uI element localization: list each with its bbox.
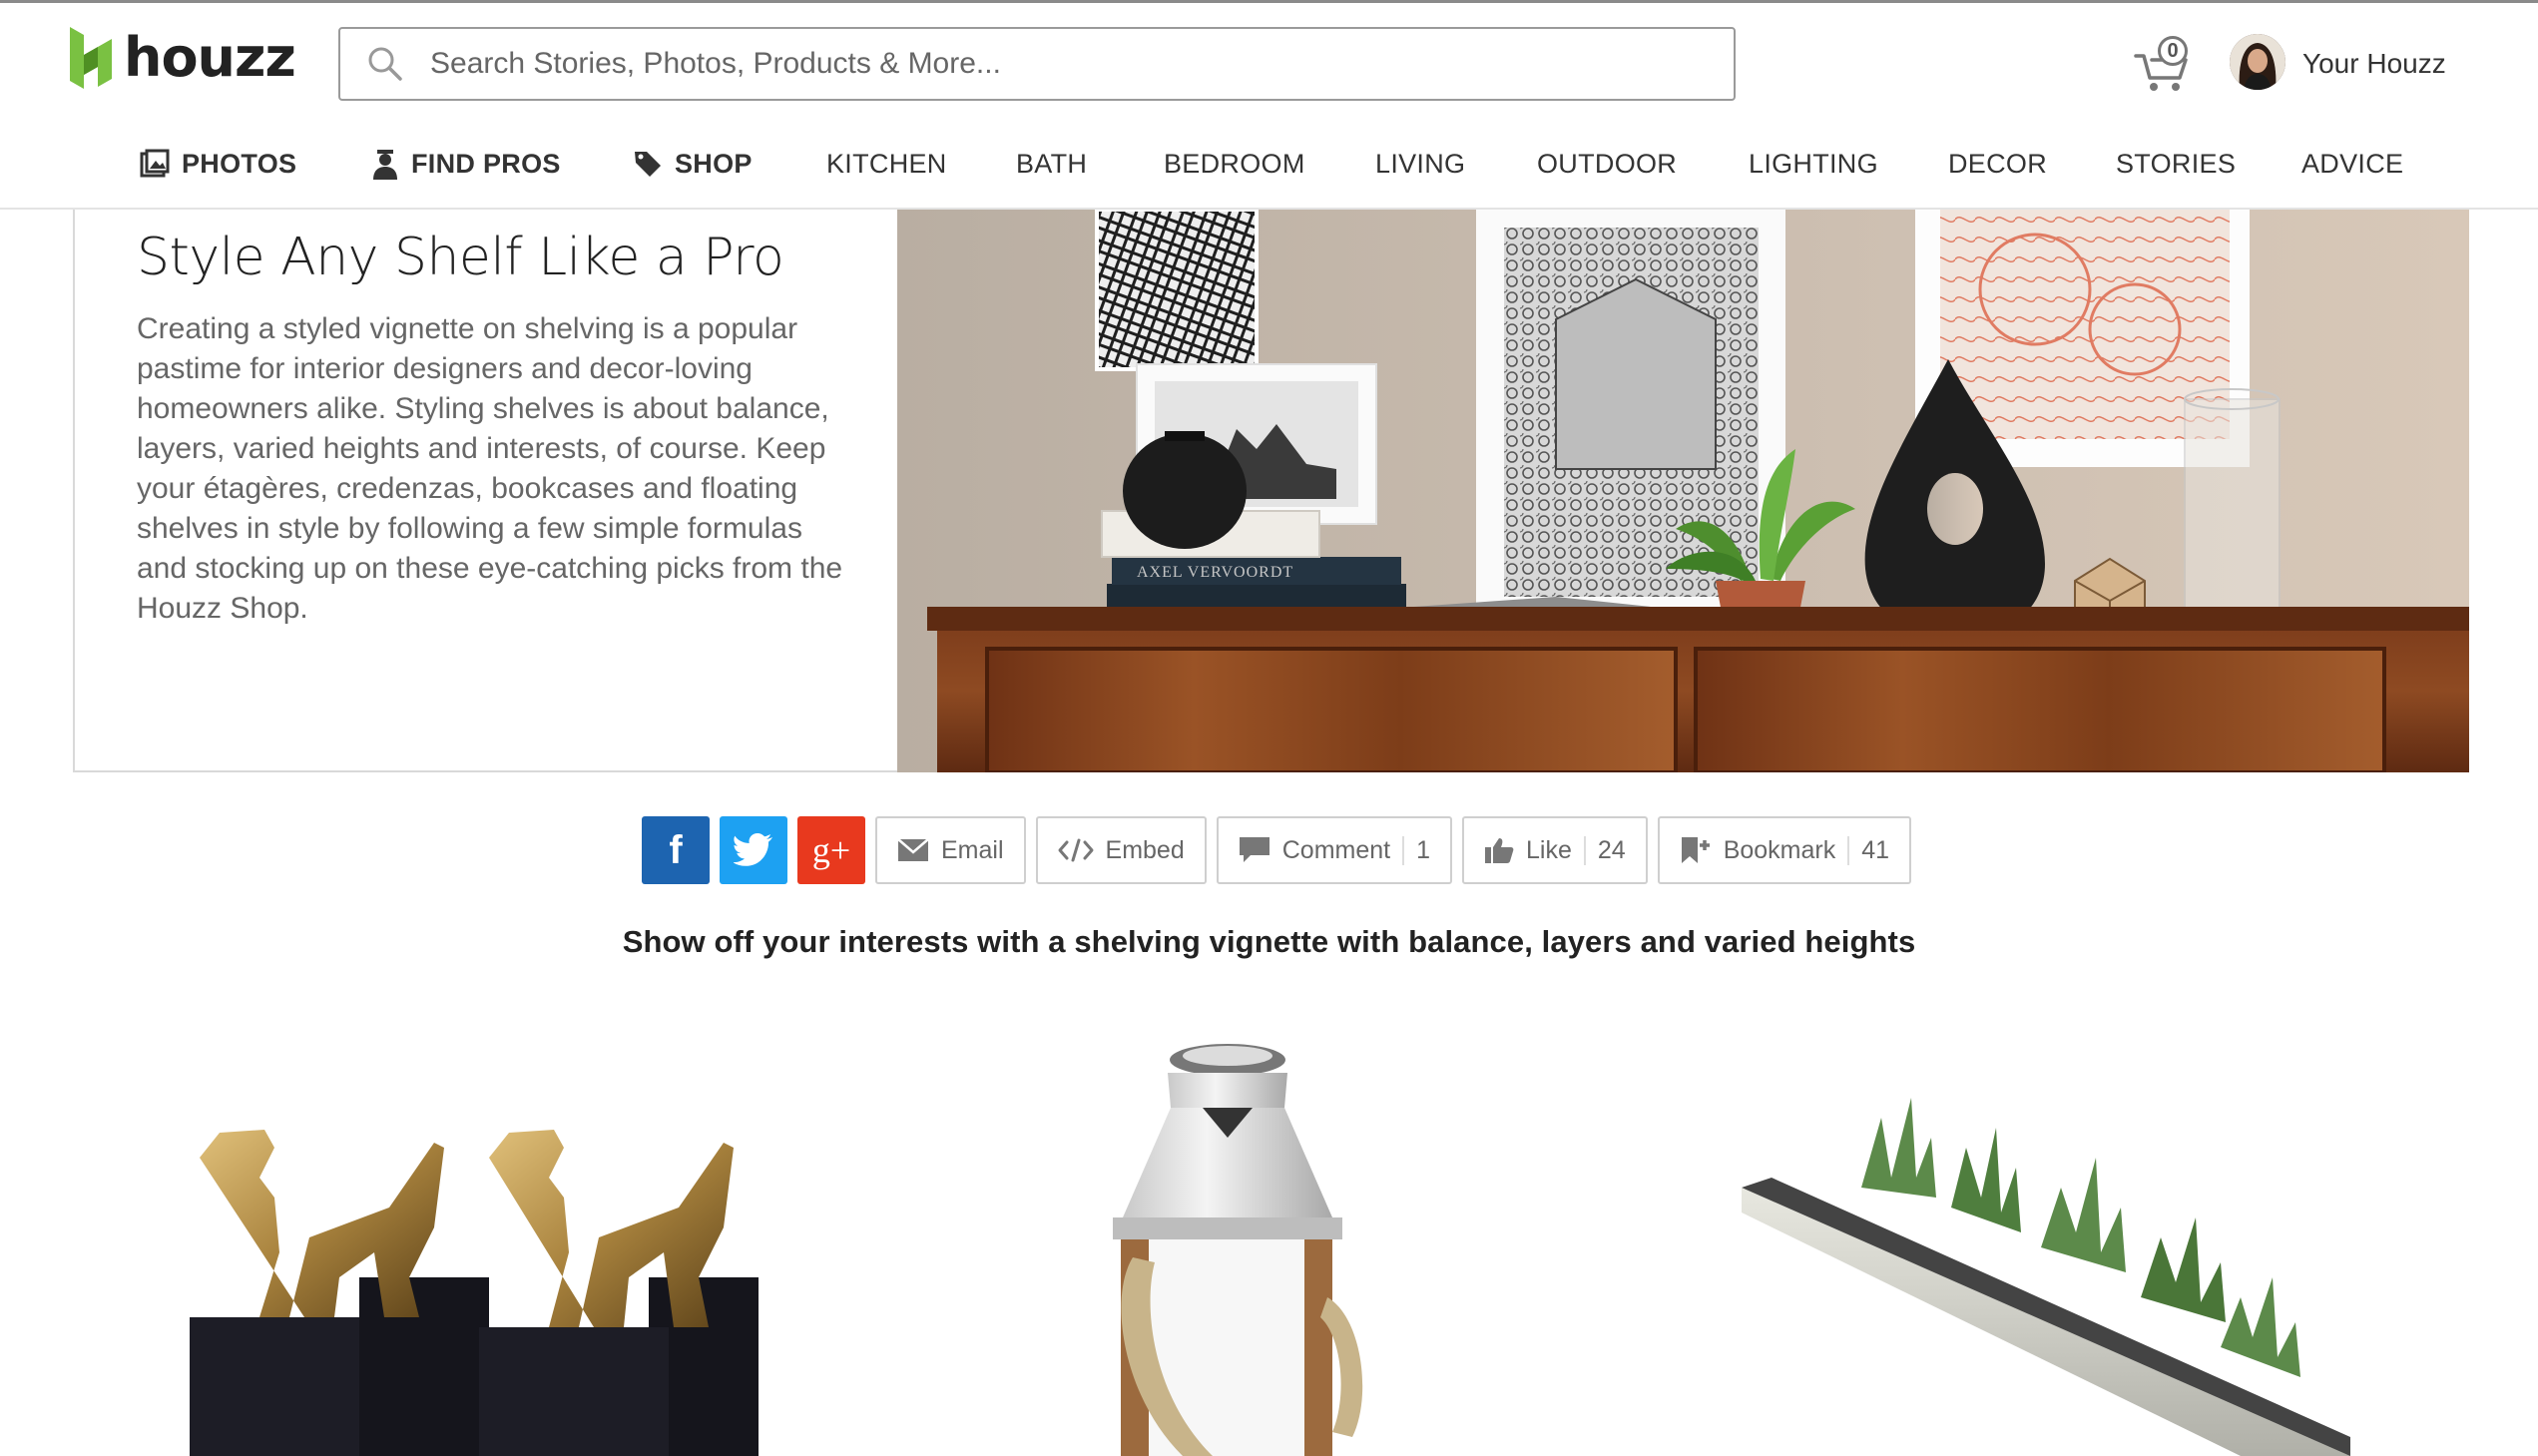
book-spine-text: AXEL VERVOORDT bbox=[1137, 564, 1293, 581]
bookmark-count: 41 bbox=[1847, 835, 1889, 865]
code-icon bbox=[1058, 838, 1094, 862]
nav-label: FIND PROS bbox=[411, 148, 561, 179]
bookmark-button[interactable]: Bookmark 41 bbox=[1657, 816, 1912, 884]
nav-photos[interactable]: PHOTOS bbox=[140, 136, 296, 192]
nav-lighting[interactable]: LIGHTING bbox=[1749, 136, 1878, 192]
product-image-succulent-planter[interactable] bbox=[1742, 1038, 2350, 1456]
twitter-icon bbox=[734, 833, 772, 866]
person-icon bbox=[373, 150, 397, 180]
email-button[interactable]: Email bbox=[875, 816, 1026, 884]
nav-bedroom[interactable]: BEDROOM bbox=[1164, 136, 1305, 192]
product-image-lantern[interactable] bbox=[1073, 1038, 1452, 1456]
story-description: Creating a styled vignette on shelving i… bbox=[137, 312, 843, 625]
story-title: Style Any Shelf Like a Pro bbox=[137, 228, 784, 287]
nav-stories[interactable]: STORIES bbox=[2116, 136, 2236, 192]
nav-label: DECOR bbox=[1948, 148, 2048, 179]
bookmark-icon bbox=[1681, 837, 1710, 863]
nav-label: BATH bbox=[1016, 148, 1088, 179]
like-button[interactable]: Like 24 bbox=[1462, 816, 1648, 884]
nav-label: ADVICE bbox=[2301, 148, 2404, 179]
nav-kitchen[interactable]: KITCHEN bbox=[826, 136, 947, 192]
nav-label: STORIES bbox=[2116, 148, 2237, 179]
hero-text-block: Style Any Shelf Like a Pro Creating a st… bbox=[137, 220, 855, 629]
product-image-dog-bookends[interactable] bbox=[180, 1038, 798, 1456]
twitter-share-button[interactable] bbox=[720, 816, 787, 884]
nav-label: KITCHEN bbox=[826, 148, 947, 179]
search-bar[interactable] bbox=[338, 27, 1736, 101]
search-input[interactable] bbox=[430, 47, 1708, 81]
avatar-image bbox=[2230, 34, 2285, 90]
houzz-logo-icon bbox=[70, 27, 112, 89]
nav-label: SHOP bbox=[675, 148, 753, 179]
like-count: 24 bbox=[1583, 835, 1626, 865]
email-label: Email bbox=[941, 835, 1004, 864]
nav-label: OUTDOOR bbox=[1537, 148, 1678, 179]
logo-text: houzz bbox=[124, 26, 296, 89]
nav-label: PHOTOS bbox=[182, 148, 297, 179]
user-avatar[interactable] bbox=[2230, 34, 2285, 90]
nav-find-pros[interactable]: FIND PROS bbox=[371, 136, 561, 192]
cart-button[interactable]: 0 bbox=[2134, 36, 2192, 94]
nav-label: BEDROOM bbox=[1164, 148, 1305, 179]
search-icon bbox=[340, 29, 430, 99]
embed-button[interactable]: Embed bbox=[1035, 816, 1207, 884]
photos-icon bbox=[140, 149, 170, 178]
hero-shelf-photo[interactable]: AXEL VERVOORDT bbox=[897, 210, 2469, 772]
nav-decor[interactable]: DECOR bbox=[1948, 136, 2047, 192]
nav-outdoor[interactable]: OUTDOOR bbox=[1537, 136, 1677, 192]
nav-advice[interactable]: ADVICE bbox=[2301, 136, 2403, 192]
facebook-icon: f bbox=[669, 827, 683, 872]
nav-label: LIGHTING bbox=[1749, 148, 1878, 179]
main-nav: PHOTOS FIND PROS SHOP KITCHEN BATH BEDRO… bbox=[0, 136, 2538, 210]
comment-count: 1 bbox=[1402, 835, 1430, 865]
bookmark-label: Bookmark bbox=[1723, 835, 1836, 864]
share-bar: f g+ Email Embed Comment 1 Like 24 Bookm… bbox=[642, 816, 1912, 884]
email-icon bbox=[897, 838, 929, 861]
cart-count-badge: 0 bbox=[2158, 36, 2188, 66]
top-border bbox=[0, 0, 2538, 3]
nav-label: LIVING bbox=[1375, 148, 1466, 179]
google-plus-icon: g+ bbox=[811, 830, 851, 870]
nav-shop[interactable]: SHOP bbox=[633, 136, 753, 192]
tag-icon bbox=[635, 152, 661, 177]
houzz-logo[interactable]: houzz bbox=[70, 24, 296, 92]
comment-label: Comment bbox=[1281, 835, 1391, 864]
section-subtitle: Show off your interests with a shelving … bbox=[622, 924, 1916, 959]
your-houzz-link[interactable]: Your Houzz bbox=[2302, 44, 2446, 84]
nav-bath[interactable]: BATH bbox=[1016, 136, 1087, 192]
facebook-share-button[interactable]: f bbox=[642, 816, 710, 884]
like-label: Like bbox=[1526, 835, 1572, 864]
embed-label: Embed bbox=[1105, 835, 1185, 864]
comment-button[interactable]: Comment 1 bbox=[1216, 816, 1453, 884]
comment-icon bbox=[1239, 837, 1269, 862]
thumbs-up-icon bbox=[1485, 838, 1514, 863]
story-hero: Style Any Shelf Like a Pro Creating a st… bbox=[73, 210, 2469, 772]
nav-living[interactable]: LIVING bbox=[1375, 136, 1465, 192]
google-plus-share-button[interactable]: g+ bbox=[797, 816, 865, 884]
